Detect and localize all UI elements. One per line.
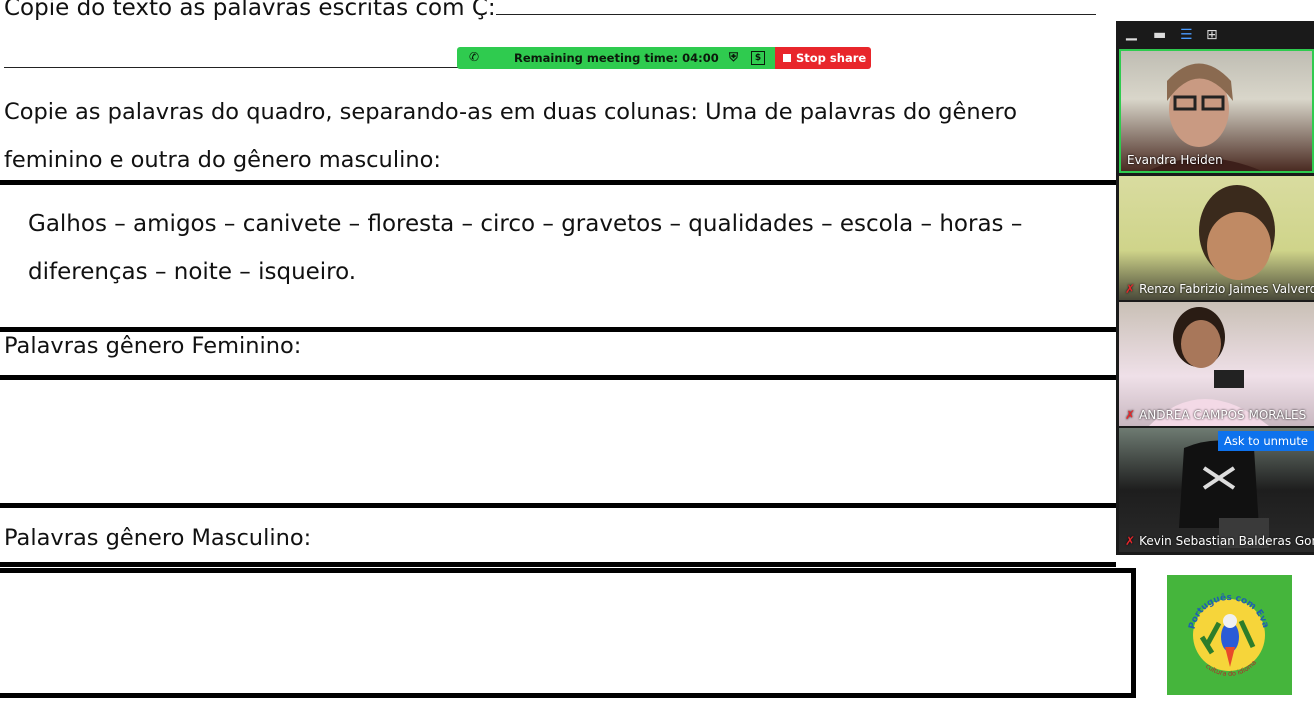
box-top-border <box>0 180 1116 185</box>
phone-icon: ✆ <box>469 50 480 64</box>
box-bottom-border <box>0 327 1116 332</box>
feminine-label: Palavras gênero Feminino: <box>4 333 302 359</box>
remaining-time-text: Remaining meeting time: 04:00 <box>514 51 719 65</box>
participant-name: ✗ ANDREA CAMPOS MORALES <box>1125 408 1306 422</box>
muted-mic-icon: ✗ <box>1125 282 1136 296</box>
dollar-icon[interactable]: $ <box>751 51 765 65</box>
participant-name: ✗Kevin Sebastian Balderas Gonzalez <box>1125 534 1314 548</box>
word-box-text: Galhos – amigos – canivete – floresta – … <box>28 211 1023 285</box>
portugues-com-eva-logo: Português com Eva cultura do idioma <box>1167 575 1292 695</box>
muted-mic-icon: ✗ <box>1125 534 1136 548</box>
line1-text: Copie do texto as palavras escritas com … <box>4 0 496 21</box>
muted-mic-icon: ✗ <box>1125 408 1136 422</box>
video-tile-evandra[interactable]: Evandra Heiden <box>1119 49 1314 173</box>
minimize-icon[interactable]: ▁ <box>1126 25 1137 41</box>
video-tile-andrea[interactable]: ✗ ANDREA CAMPOS MORALES <box>1119 302 1314 426</box>
shield-icon[interactable]: ⛨ <box>729 50 738 65</box>
copy-words-instruction: Copie do texto as palavras escritas com … <box>4 0 1096 21</box>
gallery-view-icon[interactable]: ⊞ <box>1206 27 1218 43</box>
video-panel: ▁ ▬ ☰ ⊞ Evandra Heiden ✗ Renzo Fabrizio J… <box>1116 21 1314 555</box>
participant-name: Evandra Heiden <box>1127 153 1223 167</box>
name-text: Renzo Fabrizio Jaimes Valverde <box>1139 282 1314 296</box>
name-text: Evandra Heiden <box>1127 153 1223 167</box>
remaining-time-pill[interactable]: ✆ Remaining meeting time: 04:00 ⛨ $ <box>457 47 775 69</box>
ask-to-unmute-button[interactable]: Ask to unmute <box>1217 431 1314 451</box>
stop-share-label: Stop share <box>796 51 867 65</box>
name-text: ANDREA CAMPOS MORALES <box>1139 408 1307 422</box>
meeting-share-bar: ✆ Remaining meeting time: 04:00 ⛨ $ Stop… <box>457 47 871 69</box>
name-text: Kevin Sebastian Balderas Gonzalez <box>1139 534 1314 548</box>
stop-icon <box>783 54 791 62</box>
video-tile-renzo[interactable]: ✗ Renzo Fabrizio Jaimes Valverde <box>1119 176 1314 300</box>
feminine-area-bottom <box>0 503 1116 508</box>
participant-name: ✗ Renzo Fabrizio Jaimes Valverde <box>1125 282 1314 296</box>
answer-underline <box>495 0 1096 15</box>
video-tile-kevin[interactable]: Ask to unmute ✗ Kevin Sebastian Balderas … <box>1119 428 1314 552</box>
thumbnail-view-icon[interactable]: ▬ <box>1153 27 1166 43</box>
masculine-answer-box <box>0 568 1136 698</box>
masculine-label: Palavras gênero Masculino: <box>4 525 312 551</box>
video-panel-toolbar: ▁ ▬ ☰ ⊞ <box>1116 21 1314 49</box>
feminine-divider <box>0 375 1116 380</box>
stop-share-button[interactable]: Stop share <box>775 47 871 69</box>
parrot-logo-icon: Português com Eva cultura do idioma <box>1187 592 1270 678</box>
speaker-view-icon[interactable]: ☰ <box>1180 27 1193 43</box>
instruction-paragraph: Copie as palavras do quadro, separando-a… <box>4 99 1017 173</box>
masculine-divider <box>0 562 1116 567</box>
